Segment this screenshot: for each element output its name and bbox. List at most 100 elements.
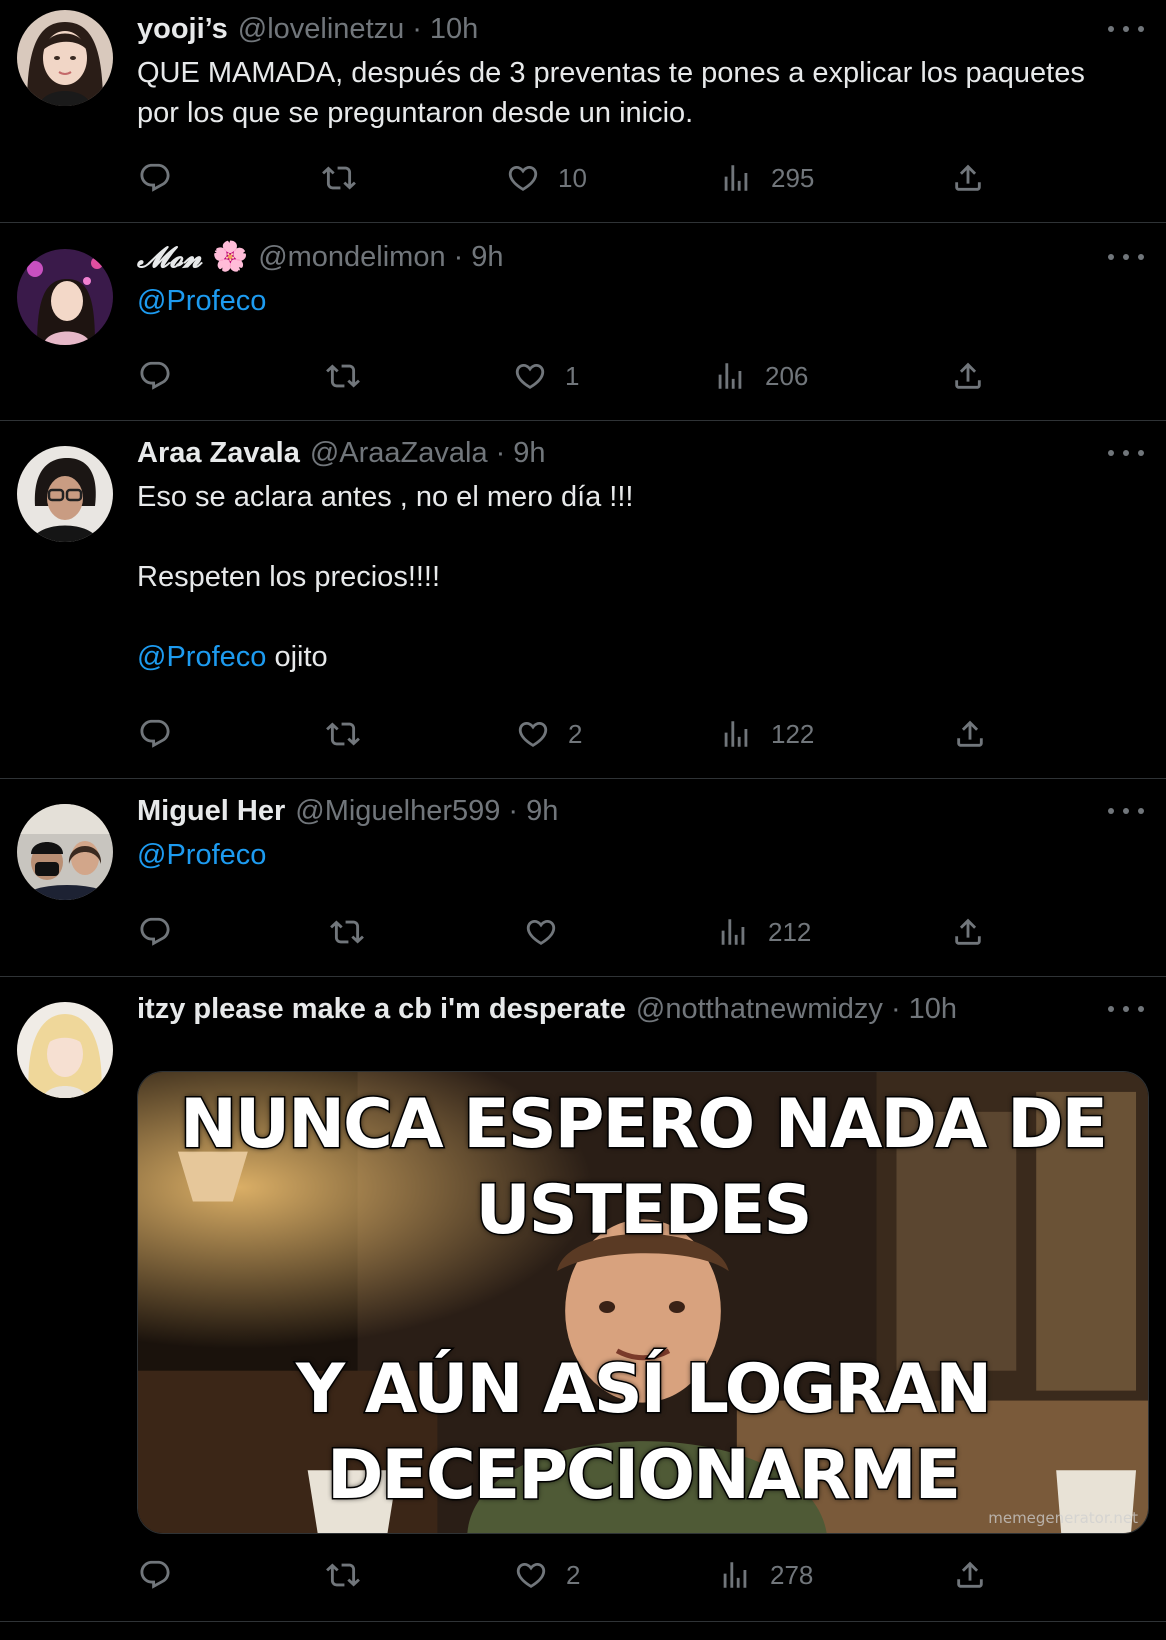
- more-options-icon[interactable]: [1108, 14, 1144, 44]
- heart-icon: [513, 359, 547, 393]
- retweet-button[interactable]: [326, 714, 360, 754]
- share-button[interactable]: [951, 158, 985, 198]
- heart-icon: [524, 915, 558, 949]
- retweet-icon: [322, 161, 356, 195]
- display-name[interactable]: itzy please make a cb i'm desperate: [137, 993, 626, 1026]
- timestamp[interactable]: 9h: [526, 795, 558, 828]
- tweet-text-rest: ojito: [266, 641, 328, 673]
- display-name[interactable]: Araa Zavala: [137, 437, 300, 470]
- more-options-icon[interactable]: [1108, 438, 1144, 468]
- tweet-text: @Profeco: [137, 835, 1136, 875]
- user-handle[interactable]: @lovelinetzu: [238, 13, 404, 46]
- view-count: 278: [770, 1559, 814, 1590]
- retweet-icon: [330, 915, 364, 949]
- avatar[interactable]: [17, 804, 113, 900]
- tweet[interactable]: yooji’s @lovelinetzu · 10h QUE MAMADA, d…: [0, 0, 1166, 223]
- views-chart-icon: [719, 717, 753, 751]
- display-name[interactable]: Miguel Her: [137, 795, 285, 828]
- tweet[interactable]: 𝓜𝓸𝓷 🌸 @mondelimon · 9h @Profeco 1 206: [0, 223, 1166, 421]
- views-button[interactable]: 122: [719, 714, 814, 754]
- retweet-button[interactable]: [326, 1555, 360, 1595]
- user-handle[interactable]: @AraaZavala: [310, 437, 488, 470]
- like-count: 2: [568, 718, 583, 749]
- retweet-icon: [326, 1558, 360, 1592]
- meme-image[interactable]: NUNCA ESPERO NADA DE USTEDES Y AÚN ASÍ L…: [137, 1071, 1149, 1534]
- display-name[interactable]: 𝓜𝓸𝓷: [137, 240, 202, 275]
- share-icon: [951, 359, 985, 393]
- views-button[interactable]: 278: [718, 1555, 813, 1595]
- tweet-text-line: QUE MAMADA, después de 3 preventas te po…: [137, 57, 1085, 89]
- tweet-text: Eso se aclara antes , no el mero día !!!…: [137, 477, 1136, 677]
- tweet[interactable]: Araa Zavala @AraaZavala · 9h Eso se acla…: [0, 421, 1166, 779]
- reply-button[interactable]: [138, 714, 172, 754]
- share-icon: [951, 915, 985, 949]
- share-button[interactable]: [951, 912, 985, 952]
- like-button[interactable]: 2: [516, 714, 582, 754]
- like-button[interactable]: 2: [514, 1555, 580, 1595]
- reply-icon: [138, 717, 172, 751]
- like-button[interactable]: 10: [506, 158, 587, 198]
- tweet-text-line: @Profeco ojito: [137, 637, 1136, 677]
- retweet-icon: [326, 717, 360, 751]
- tweet-header: Araa Zavala @AraaZavala · 9h: [137, 435, 1106, 471]
- reply-button[interactable]: [138, 1555, 172, 1595]
- avatar[interactable]: [17, 446, 113, 542]
- like-count: 10: [558, 162, 587, 193]
- reply-button[interactable]: [138, 158, 172, 198]
- views-chart-icon: [719, 161, 753, 195]
- reply-button[interactable]: [138, 912, 172, 952]
- mention-link[interactable]: @Profeco: [137, 839, 266, 871]
- views-chart-icon: [713, 359, 747, 393]
- retweet-button[interactable]: [330, 912, 364, 952]
- display-name[interactable]: yooji’s: [137, 13, 228, 46]
- tweet-text: @Profeco: [137, 281, 1136, 321]
- like-button[interactable]: 1: [513, 356, 579, 396]
- more-options-icon[interactable]: [1108, 242, 1144, 272]
- tweet[interactable]: Miguel Her @Miguelher599 · 9h @Profeco 2…: [0, 779, 1166, 977]
- timeline: yooji’s @lovelinetzu · 10h QUE MAMADA, d…: [0, 0, 1166, 1640]
- mention-link[interactable]: @Profeco: [137, 641, 266, 673]
- user-handle[interactable]: @mondelimon: [258, 241, 445, 274]
- views-button[interactable]: 206: [713, 356, 808, 396]
- timestamp[interactable]: 10h: [430, 13, 478, 46]
- user-handle[interactable]: @Miguelher599: [295, 795, 500, 828]
- retweet-icon: [326, 359, 360, 393]
- tweet-text-line: Respeten los precios!!!!: [137, 561, 441, 593]
- more-options-icon[interactable]: [1108, 994, 1144, 1024]
- view-count: 206: [765, 360, 809, 391]
- like-count: 2: [566, 1559, 581, 1590]
- retweet-button[interactable]: [326, 356, 360, 396]
- tweet-text: QUE MAMADA, después de 3 preventas te po…: [137, 53, 1136, 133]
- avatar[interactable]: [17, 249, 113, 345]
- like-button[interactable]: [524, 912, 558, 952]
- heart-icon: [506, 161, 540, 195]
- user-handle[interactable]: @notthatnewmidzy: [636, 993, 883, 1026]
- reply-icon: [138, 1558, 172, 1592]
- meme-text-line: NUNCA ESPERO NADA DE: [179, 1084, 1110, 1166]
- meme-top-text: NUNCA ESPERO NADA DE USTEDES: [138, 1082, 1148, 1254]
- timestamp[interactable]: 10h: [909, 993, 957, 1026]
- reply-button[interactable]: [138, 356, 172, 396]
- separator: ·: [412, 12, 422, 45]
- timestamp[interactable]: 9h: [471, 241, 503, 274]
- avatar[interactable]: [17, 1002, 113, 1098]
- tweet[interactable]: itzy please make a cb i'm desperate @not…: [0, 977, 1166, 1622]
- view-count: 295: [771, 162, 815, 193]
- views-chart-icon: [718, 1558, 752, 1592]
- tweet-header: yooji’s @lovelinetzu · 10h: [137, 11, 1106, 47]
- mention-link[interactable]: @Profeco: [137, 285, 266, 317]
- views-button[interactable]: 295: [719, 158, 814, 198]
- meme-watermark: memegenerator.net: [988, 1509, 1138, 1527]
- tweet-text-line: Eso se aclara antes , no el mero día !!!: [137, 481, 634, 513]
- tweet-header: 𝓜𝓸𝓷 🌸 @mondelimon · 9h: [137, 239, 1106, 275]
- timestamp[interactable]: 9h: [513, 437, 545, 470]
- views-button[interactable]: 212: [716, 912, 811, 952]
- avatar[interactable]: [17, 10, 113, 106]
- more-options-icon[interactable]: [1108, 796, 1144, 826]
- share-button[interactable]: [953, 1555, 987, 1595]
- share-button[interactable]: [953, 714, 987, 754]
- retweet-button[interactable]: [322, 158, 356, 198]
- share-button[interactable]: [951, 356, 985, 396]
- meme-text-line: DECEPCIONARME: [325, 1435, 962, 1517]
- reply-icon: [138, 915, 172, 949]
